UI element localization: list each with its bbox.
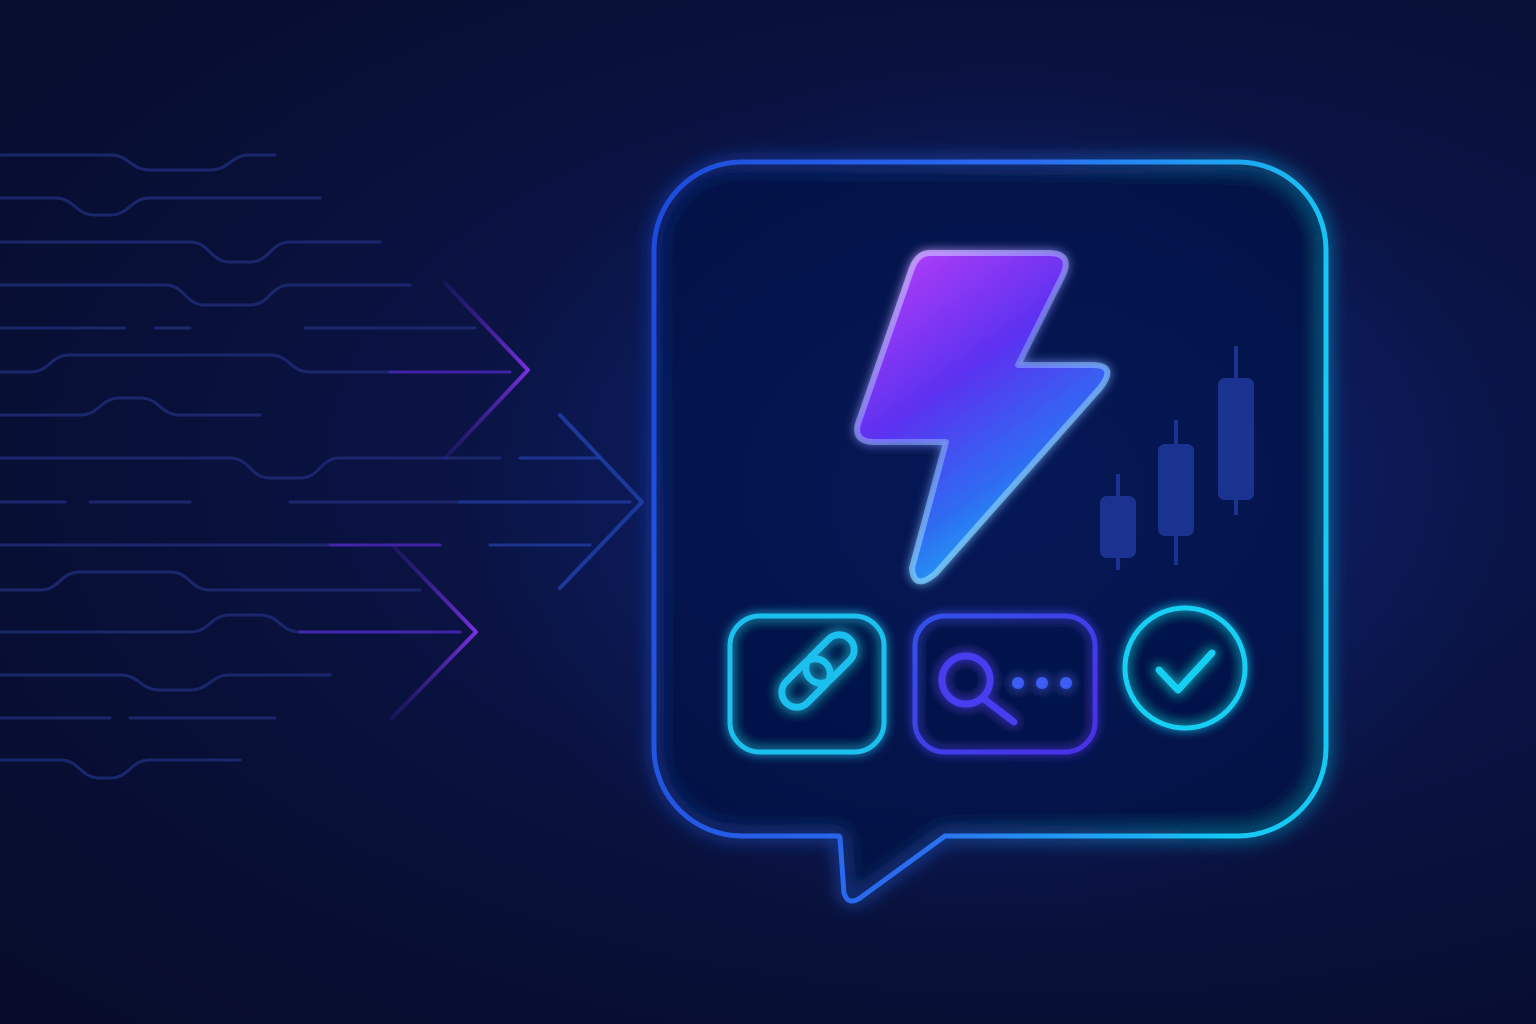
hero-illustration <box>0 60 1510 940</box>
search-button[interactable] <box>912 613 1098 755</box>
link-button[interactable] <box>727 613 887 755</box>
check-button[interactable] <box>1122 605 1248 731</box>
ellipsis-icon <box>1012 677 1072 689</box>
